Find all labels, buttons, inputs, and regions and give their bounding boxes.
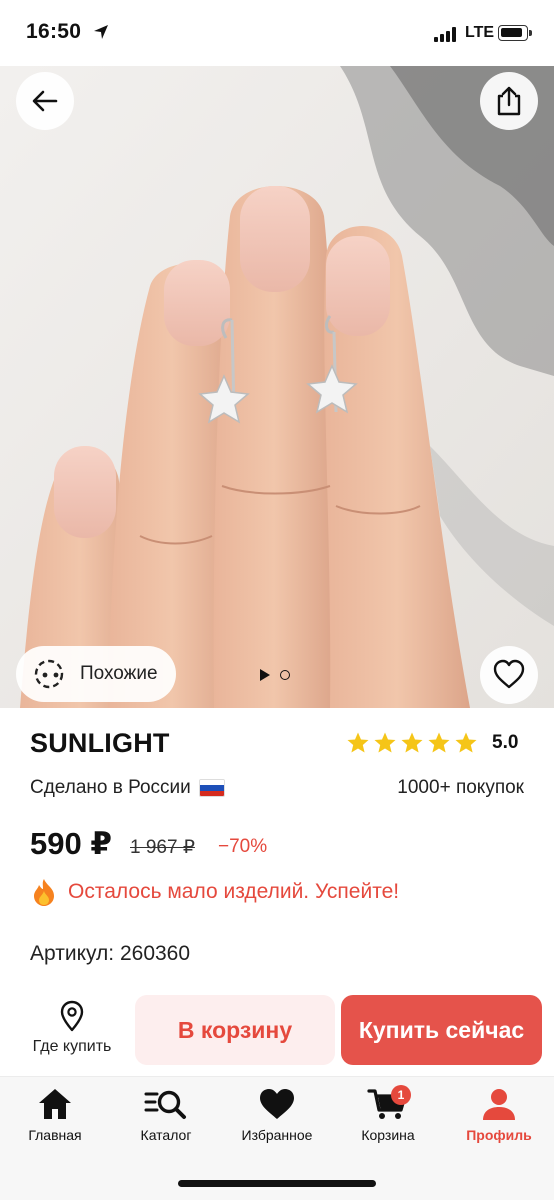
nav-favorites-label: Избранное: [241, 1127, 313, 1143]
nav-favorites[interactable]: Избранное: [222, 1087, 332, 1143]
location-arrow-icon: [94, 25, 108, 39]
add-to-favorites-button[interactable]: [480, 646, 538, 704]
share-button[interactable]: [480, 72, 538, 130]
rating-stars[interactable]: [346, 731, 478, 755]
low-stock-notice: Осталось мало изделий. Успейте!: [30, 877, 399, 907]
discount-percent: −70%: [218, 836, 268, 857]
nav-home-label: Главная: [28, 1127, 82, 1143]
video-slide-indicator[interactable]: [260, 669, 270, 681]
nav-profile[interactable]: Профиль: [444, 1087, 554, 1143]
signal-icon: [434, 26, 458, 42]
where-to-buy-button[interactable]: Где купить: [18, 1000, 126, 1064]
home-indicator: [178, 1180, 376, 1187]
home-icon: [39, 1089, 71, 1119]
status-time: 16:50: [26, 20, 82, 43]
share-icon: [497, 86, 521, 116]
back-button[interactable]: [16, 72, 74, 130]
star-icon: [347, 732, 369, 753]
similar-icon: [34, 659, 64, 689]
network-type: LTE: [465, 24, 495, 41]
heart-outline-icon: [493, 659, 525, 689]
origin-country: Сделано в России: [30, 777, 225, 799]
heart-icon: [260, 1089, 294, 1119]
nav-cart-label: Корзина: [361, 1127, 415, 1143]
nav-cart[interactable]: 1 Корзина: [333, 1085, 443, 1143]
star-icon: [455, 732, 477, 753]
nav-catalog-label: Каталог: [140, 1127, 192, 1143]
battery-icon: [498, 25, 532, 41]
star-icon: [374, 732, 396, 753]
low-stock-text: Осталось мало изделий. Успейте!: [68, 880, 400, 903]
buy-now-button[interactable]: Купить сейчас: [341, 995, 542, 1065]
nav-profile-label: Профиль: [466, 1127, 532, 1143]
similar-label: Похожие: [80, 663, 158, 684]
nav-catalog[interactable]: Каталог: [111, 1087, 221, 1143]
russia-flag-icon: [198, 779, 225, 797]
origin-label: Сделано в России: [30, 777, 191, 798]
status-bar: 16:50 LTE: [0, 0, 554, 66]
nav-home[interactable]: Главная: [0, 1087, 110, 1143]
article-number[interactable]: Артикул: 260360: [30, 942, 190, 966]
star-icon: [428, 732, 450, 753]
where-to-buy-label: Где купить: [32, 1038, 112, 1055]
product-brand: SUNLIGHT: [30, 728, 170, 758]
profile-icon: [483, 1089, 515, 1120]
photo-slide-indicator[interactable]: [280, 670, 290, 680]
purchase-count: 1000+ покупок: [397, 777, 524, 798]
arrow-left-icon: [32, 90, 58, 112]
fire-icon: [34, 879, 54, 906]
cart-badge: 1: [391, 1085, 411, 1105]
old-price: 1 967 ₽: [130, 837, 195, 858]
product-gallery[interactable]: Похожие: [0, 66, 554, 708]
star-icon: [401, 732, 423, 753]
add-to-cart-button[interactable]: В корзину: [135, 995, 335, 1065]
current-price: 590 ₽: [30, 826, 112, 861]
map-pin-icon: [60, 1000, 84, 1032]
similar-products-button[interactable]: Похожие: [16, 646, 176, 702]
catalog-search-icon: [144, 1090, 186, 1119]
gallery-pagination[interactable]: [260, 669, 290, 681]
rating-value[interactable]: 5.0: [492, 732, 518, 754]
product-photo: [0, 66, 554, 708]
